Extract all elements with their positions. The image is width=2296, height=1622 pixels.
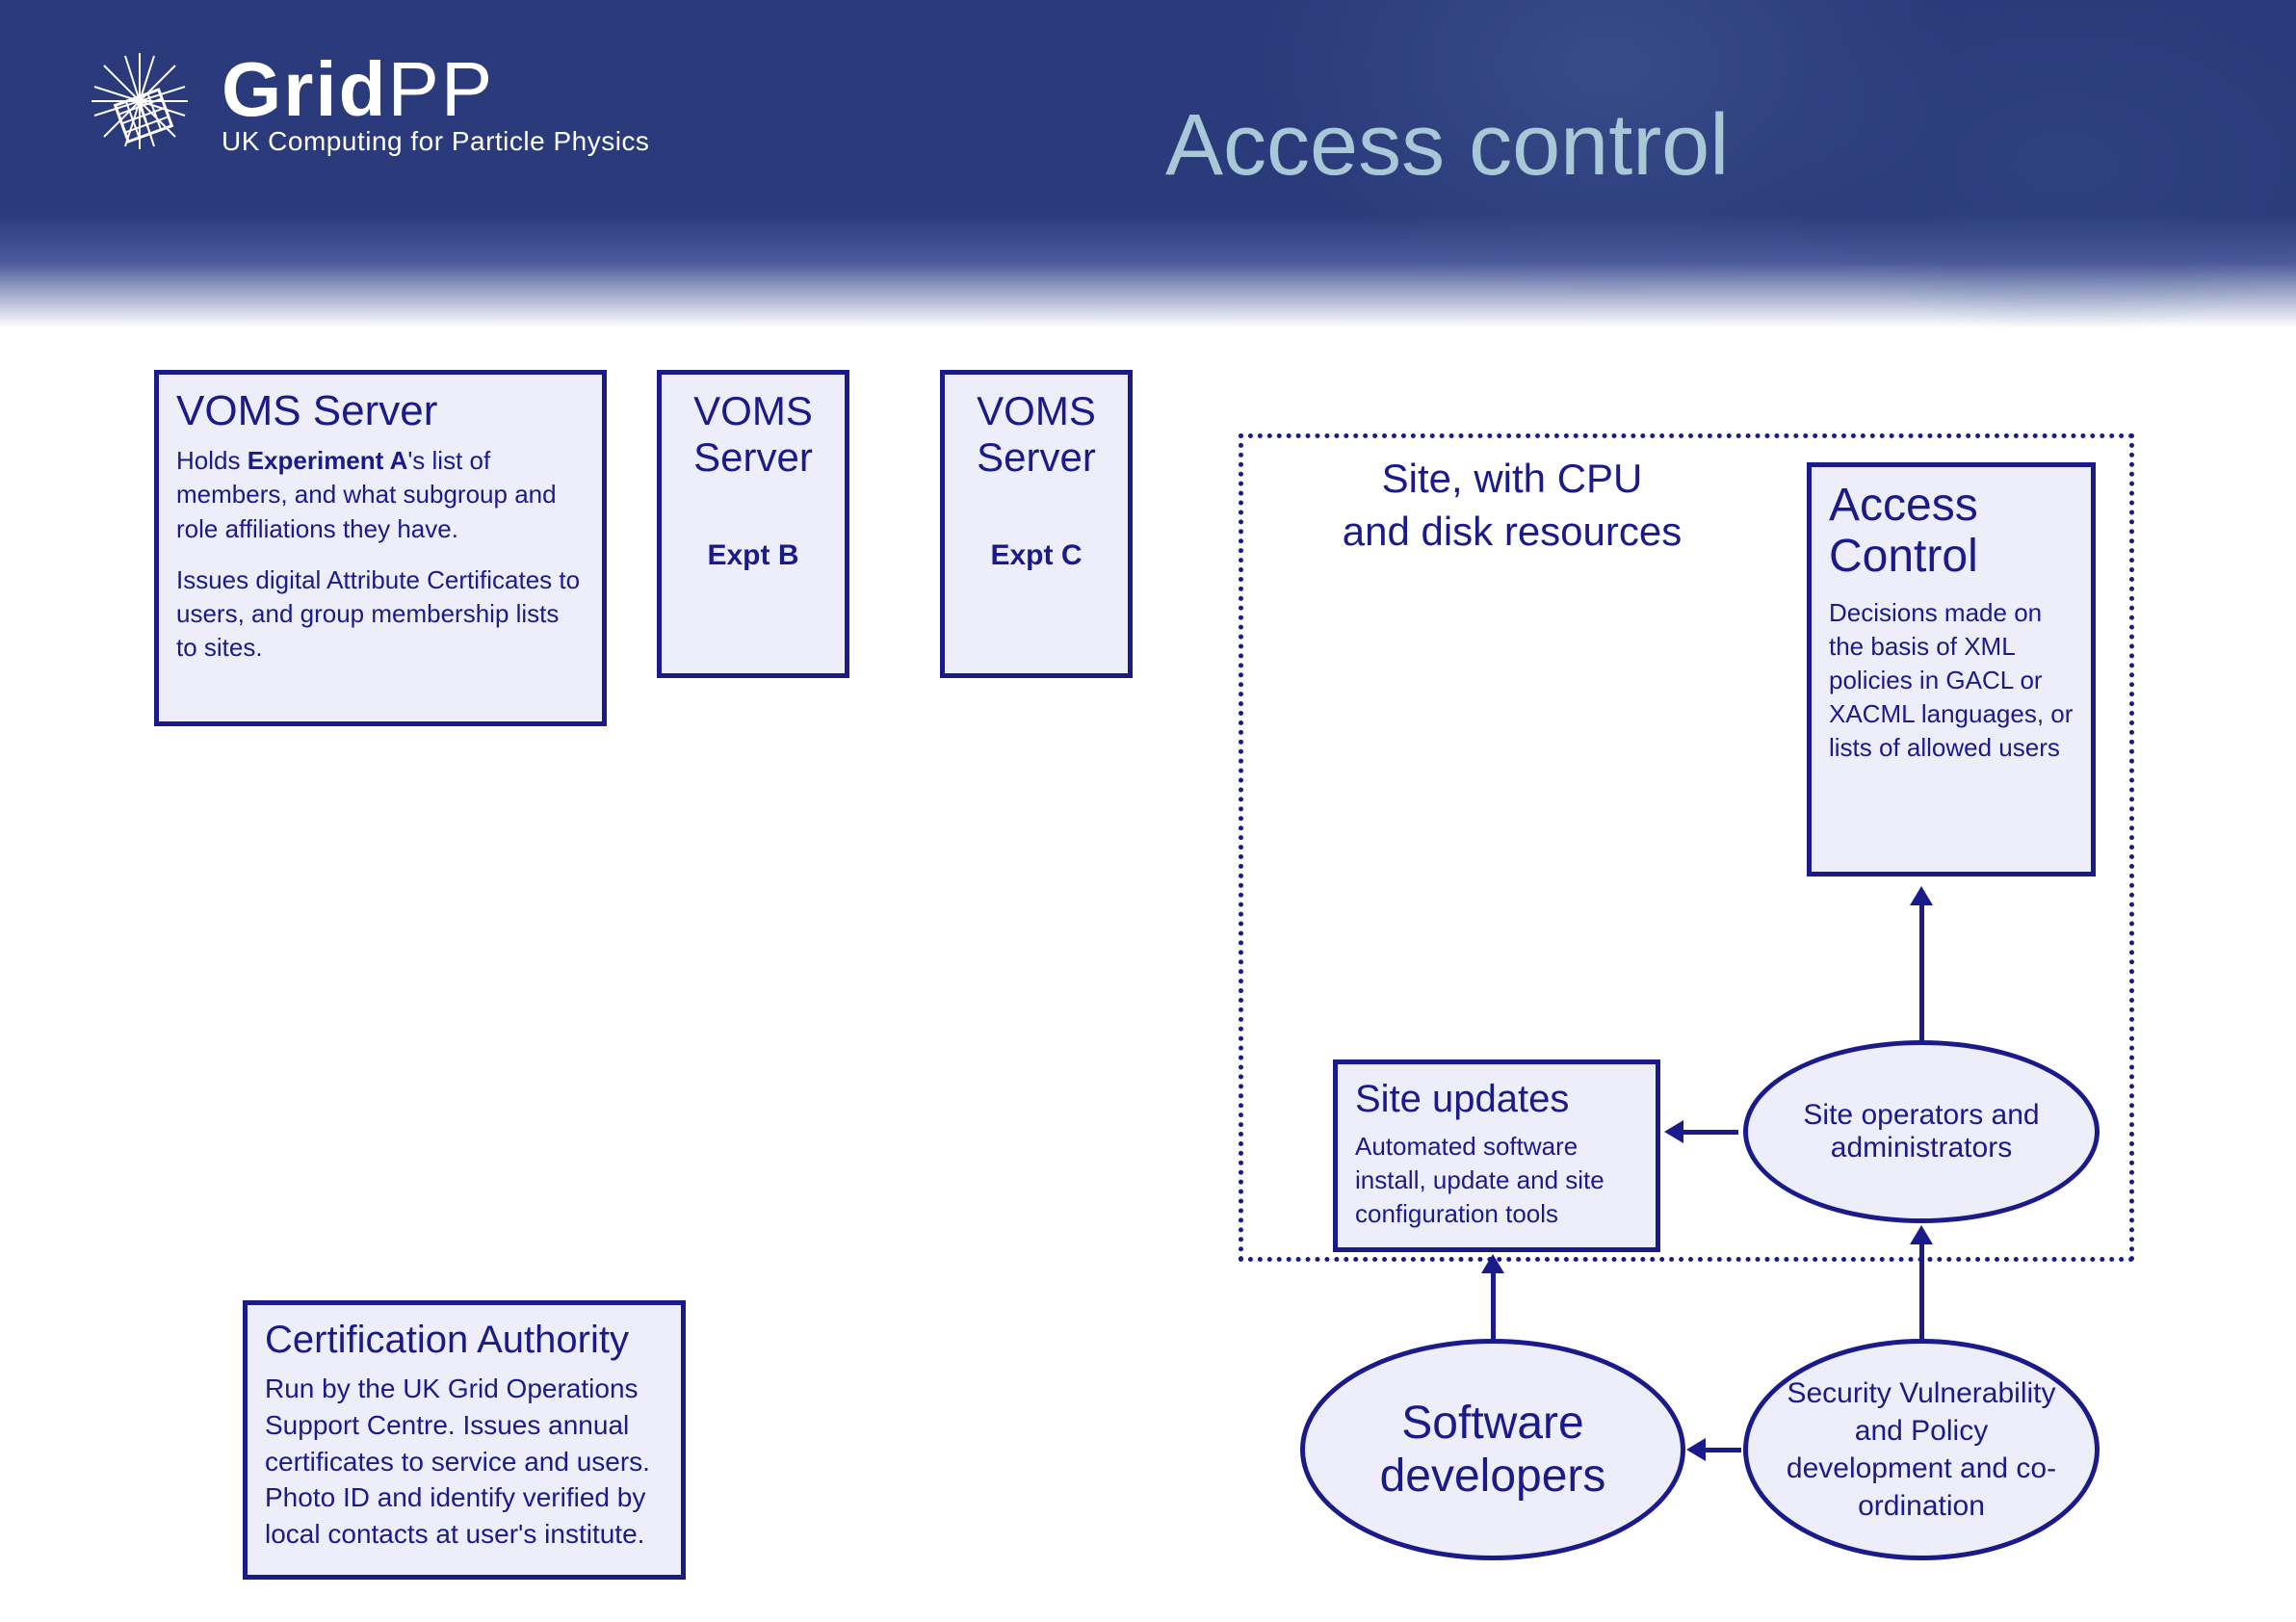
arrow-sec-to-dev xyxy=(1703,1448,1741,1452)
voms-a-body: Holds Experiment A's list of members, an… xyxy=(176,444,585,665)
access-control-title: Access Control xyxy=(1829,481,2074,583)
site-operators-ellipse: Site operators and administrators xyxy=(1743,1040,2100,1223)
security-label: Security Vulnerability and Policy develo… xyxy=(1748,1374,2095,1525)
arrow-dev-to-updates xyxy=(1491,1271,1496,1339)
ca-body: Run by the UK Grid Operations Support Ce… xyxy=(265,1371,664,1553)
logo-text: GridPP UK Computing for Particle Physics xyxy=(222,45,649,157)
logo-subtitle: UK Computing for Particle Physics xyxy=(222,126,649,157)
voms-c-sub: Expt C xyxy=(962,539,1110,572)
arrowhead-dev-to-updates xyxy=(1481,1254,1504,1273)
voms-a-title: VOMS Server xyxy=(176,388,585,434)
access-control-body: Decisions made on the basis of XML polic… xyxy=(1829,596,2074,765)
voms-server-b-box: VOMS Server Expt B xyxy=(657,370,849,678)
slide-header: GridPP UK Computing for Particle Physics… xyxy=(0,0,2296,327)
site-updates-title: Site updates xyxy=(1355,1078,1638,1120)
voms-b-title: VOMS Server xyxy=(679,388,827,482)
certification-authority-box: Certification Authority Run by the UK Gr… xyxy=(243,1300,686,1580)
voms-server-a-box: VOMS Server Holds Experiment A's list of… xyxy=(154,370,607,726)
voms-server-c-box: VOMS Server Expt C xyxy=(940,370,1133,678)
site-updates-body: Automated software install, update and s… xyxy=(1355,1130,1638,1231)
access-control-box: Access Control Decisions made on the bas… xyxy=(1807,462,2096,876)
software-developers-ellipse: Software developers xyxy=(1300,1339,1685,1560)
logo-light: PP xyxy=(387,46,494,132)
logo-icon xyxy=(77,39,202,164)
arrowhead-ops-to-updates xyxy=(1664,1120,1683,1143)
voms-b-sub: Expt B xyxy=(679,539,827,572)
security-ellipse: Security Vulnerability and Policy develo… xyxy=(1743,1339,2100,1560)
ca-title: Certification Authority xyxy=(265,1319,664,1361)
arrow-sec-to-ops xyxy=(1919,1243,1924,1339)
voms-a-bold: Experiment A xyxy=(248,446,408,475)
arrowhead-sec-to-ops xyxy=(1910,1225,1933,1244)
voms-a-p1a: Holds xyxy=(176,446,248,475)
site-operators-label: Site operators and administrators xyxy=(1748,1099,2095,1164)
arrowhead-ops-to-access xyxy=(1910,886,1933,905)
logo: GridPP UK Computing for Particle Physics xyxy=(77,39,649,164)
software-developers-label: Software developers xyxy=(1305,1397,1681,1503)
voms-c-title: VOMS Server xyxy=(962,388,1110,482)
site-label: Site, with CPU and disk resources xyxy=(1319,453,1705,558)
site-updates-box: Site updates Automated software install,… xyxy=(1333,1060,1660,1252)
arrow-ops-to-updates xyxy=(1681,1130,1738,1135)
voms-a-p2: Issues digital Attribute Certificates to… xyxy=(176,563,585,665)
logo-bold: Grid xyxy=(222,46,387,132)
arrowhead-sec-to-dev xyxy=(1686,1438,1706,1461)
logo-main: GridPP xyxy=(222,45,649,134)
page-title: Access control xyxy=(1165,96,1729,196)
arrow-ops-to-access xyxy=(1919,905,1924,1040)
